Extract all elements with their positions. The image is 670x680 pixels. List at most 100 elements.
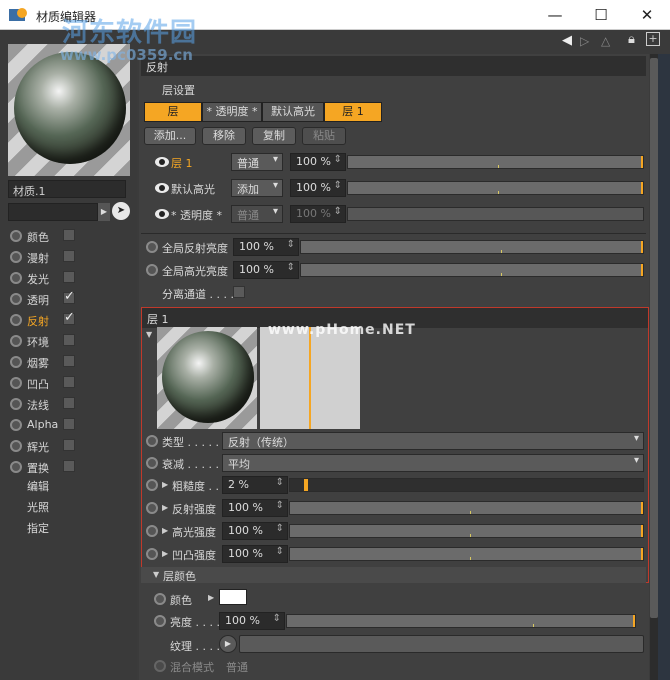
channel-checkbox[interactable] (63, 397, 75, 409)
channel-checkbox[interactable] (63, 355, 75, 367)
specular-strength-slider[interactable] (289, 524, 644, 538)
layer-name[interactable]: * 透明度 * (171, 207, 222, 223)
chevron-right-icon[interactable]: ▶ (208, 593, 214, 602)
tab-layer-1[interactable]: 层 1 (324, 102, 382, 122)
chevron-right-icon[interactable]: ▶ (162, 480, 168, 489)
lock-icon[interactable]: 🔒︎ (628, 32, 635, 47)
copy-button[interactable]: 复制 (252, 127, 296, 145)
separate-pass-checkbox[interactable] (233, 286, 245, 298)
sidebar-item-channel[interactable]: 烟雾 (10, 352, 130, 373)
channel-checkbox[interactable] (63, 250, 75, 262)
specular-strength-input[interactable]: 100 % (222, 522, 288, 540)
slider-handle[interactable] (304, 479, 308, 491)
chevron-right-icon[interactable]: ▶ (162, 549, 168, 558)
channel-radio[interactable] (10, 419, 22, 431)
brightness-slider[interactable] (286, 614, 636, 628)
type-anim-radio[interactable] (146, 435, 158, 447)
channel-radio[interactable] (10, 377, 22, 389)
back-arrow-icon[interactable]: ◀ (562, 33, 572, 48)
layer-opacity-input[interactable]: 100 % (290, 153, 346, 171)
channel-radio[interactable] (10, 398, 22, 410)
bump-strength-input[interactable]: 100 % (222, 545, 288, 563)
global-spec-input[interactable]: 100 % (233, 261, 299, 279)
sidebar-item-channel[interactable]: Alpha (10, 415, 130, 436)
layer-opacity-input[interactable]: 100 % (290, 205, 346, 223)
layer-opacity-slider[interactable] (347, 155, 644, 169)
layer-opacity-slider[interactable] (347, 207, 644, 221)
channel-checkbox[interactable] (63, 334, 75, 346)
pointer-icon[interactable]: ➤ (112, 202, 130, 220)
sidebar-item-channel[interactable]: 漫射 (10, 247, 130, 268)
sidebar-item-channel[interactable]: 凹凸 (10, 373, 130, 394)
channel-radio[interactable] (10, 230, 22, 242)
reflection-strength-input[interactable]: 100 % (222, 499, 288, 517)
sidebar-item-channel[interactable]: 发光 (10, 268, 130, 289)
channel-checkbox[interactable] (63, 439, 75, 451)
new-panel-icon[interactable]: + (646, 32, 660, 46)
channel-radio[interactable] (10, 356, 22, 368)
collapse-triangle-icon[interactable]: ▼ (146, 330, 152, 339)
layer-mode-dropdown[interactable]: 普通 (231, 205, 283, 223)
channel-radio[interactable] (10, 251, 22, 263)
roughness-anim-radio[interactable] (146, 479, 158, 491)
reflection-strength-anim-radio[interactable] (146, 502, 158, 514)
sidebar-item-assign[interactable]: 指定 (27, 520, 49, 540)
channel-checkbox[interactable] (63, 229, 75, 241)
global-spec-slider[interactable] (300, 263, 644, 277)
channel-checkbox[interactable] (63, 271, 75, 283)
layer-opacity-input[interactable]: 100 % (290, 179, 346, 197)
channel-checkbox[interactable] (63, 289, 75, 304)
eye-icon[interactable] (155, 209, 169, 219)
layer-opacity-slider[interactable] (347, 181, 644, 195)
channel-checkbox[interactable] (63, 418, 75, 430)
channel-radio[interactable] (10, 440, 22, 452)
layer-mode-dropdown[interactable]: 添加 (231, 179, 283, 197)
tab-transparency[interactable]: * 透明度 * (202, 102, 262, 122)
atten-anim-radio[interactable] (146, 457, 158, 469)
remove-button[interactable]: 移除 (202, 127, 246, 145)
channel-checkbox[interactable] (63, 376, 75, 388)
add-button[interactable]: 添加... (144, 127, 196, 145)
paste-button[interactable]: 粘贴 (302, 127, 346, 145)
global-refl-slider[interactable] (300, 240, 644, 254)
bump-strength-anim-radio[interactable] (146, 548, 158, 560)
sidebar-item-channel[interactable]: 环境 (10, 331, 130, 352)
tab-default-specular[interactable]: 默认高光 (262, 102, 324, 122)
channel-radio[interactable] (10, 335, 22, 347)
chevron-right-icon[interactable]: ▶ (98, 203, 110, 221)
reflection-strength-slider[interactable] (289, 501, 644, 515)
channel-checkbox[interactable] (63, 310, 75, 325)
layer-name[interactable]: 默认高光 (171, 181, 215, 197)
sidebar-item-edit[interactable]: 编辑 (27, 478, 49, 498)
chevron-right-icon[interactable]: ▶ (162, 526, 168, 535)
minimize-button[interactable]: — (532, 0, 578, 30)
global-spec-anim-radio[interactable] (146, 264, 158, 276)
material-name-field[interactable]: 材质.1 (8, 180, 126, 198)
texture-slot[interactable] (239, 635, 644, 653)
scrollbar-thumb[interactable] (650, 58, 658, 618)
brightness-input[interactable]: 100 % (219, 612, 285, 630)
blend-value[interactable]: 普通 (226, 659, 248, 675)
attenuation-dropdown[interactable]: 平均 (222, 454, 644, 472)
blend-anim-radio[interactable] (154, 660, 166, 672)
sidebar-item-channel[interactable]: 辉光 (10, 436, 130, 457)
sidebar-item-channel[interactable]: 透明 (10, 289, 130, 310)
channel-checkbox[interactable] (63, 460, 75, 472)
roughness-slider[interactable] (289, 478, 644, 492)
chevron-right-icon[interactable]: ▶ (162, 503, 168, 512)
bump-strength-slider[interactable] (289, 547, 644, 561)
tab-layer[interactable]: 层 (144, 102, 202, 122)
layer-mode-dropdown[interactable]: 普通 (231, 153, 283, 171)
sidebar-item-channel[interactable]: 反射 (10, 310, 130, 331)
sidebar-item-channel[interactable]: 颜色 (10, 226, 130, 247)
specular-strength-anim-radio[interactable] (146, 525, 158, 537)
forward-arrow-icon[interactable]: ▷ (580, 34, 589, 48)
channel-radio[interactable] (10, 272, 22, 284)
global-refl-input[interactable]: 100 % (233, 238, 299, 256)
eye-icon[interactable] (155, 183, 169, 193)
sidebar-item-channel[interactable]: 法线 (10, 394, 130, 415)
channel-radio[interactable] (10, 293, 22, 305)
up-arrow-icon[interactable]: △ (601, 34, 610, 48)
texture-menu-button[interactable]: ▶ (219, 635, 237, 653)
layer-color-header[interactable]: ▼ 层颜色 (141, 567, 646, 583)
